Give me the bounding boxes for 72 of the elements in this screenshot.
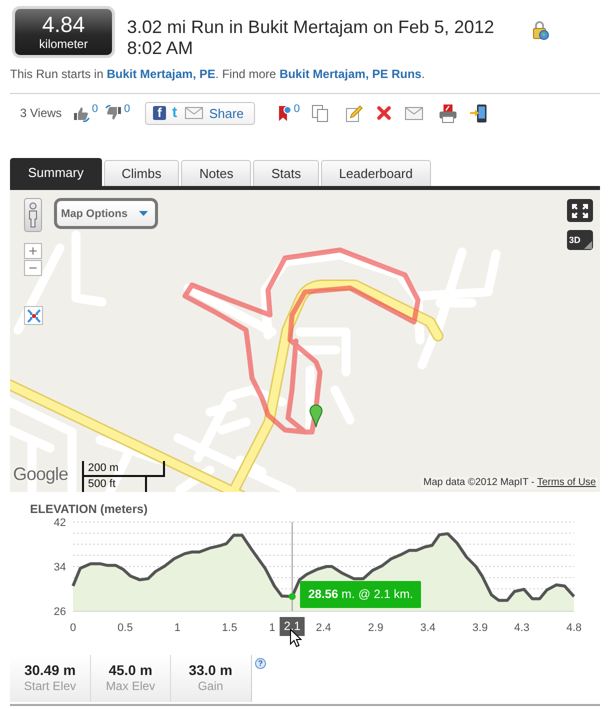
bookmark-count: 0	[294, 103, 300, 115]
share-logo: t	[171, 106, 178, 120]
chart-title: ELEVATION (meters)	[29, 502, 149, 516]
y-axis-label: 34	[54, 562, 66, 574]
delete-icon[interactable]	[376, 105, 392, 121]
x-axis-label: 0.5	[118, 622, 133, 634]
lock-globe-icon	[532, 20, 549, 40]
dislike-count: 0	[124, 103, 130, 115]
x-axis-label: 4.3	[514, 622, 530, 634]
scale-label: 500 ft	[82, 477, 147, 492]
share-logo: f	[153, 106, 166, 120]
scale-label: 200 m	[82, 461, 165, 477]
email-icon[interactable]	[404, 106, 423, 120]
tab[interactable]: Summary	[10, 158, 102, 186]
x-axis-label: 4.8	[566, 622, 582, 634]
stat-value: 45.0 m	[108, 662, 152, 679]
like-count: 0	[92, 103, 98, 115]
view-3d-button[interactable]: 3D	[567, 230, 593, 250]
corner-fold-icon	[584, 241, 592, 249]
stat-value: 30.49 m	[24, 662, 76, 679]
tab[interactable]: Climbs	[104, 160, 180, 186]
x-axis-label: 1	[269, 622, 276, 634]
distance-unit: kilometer	[39, 37, 88, 51]
x-axis-label: 0	[70, 622, 76, 634]
thumbs-up-icon[interactable]	[72, 104, 90, 122]
x-axis-label: 1.5	[222, 622, 238, 634]
tab[interactable]: Notes	[181, 160, 252, 186]
view-count: 3 Views	[20, 106, 62, 120]
x-axis-label: 3.9	[472, 622, 488, 634]
envelope-icon	[185, 107, 204, 119]
hover-tooltip: 28.56 m. @ 2.1 km.	[300, 580, 422, 608]
zoom-in-button[interactable]: +	[24, 243, 42, 259]
expand-arrows-icon	[572, 204, 588, 218]
tab[interactable]: Stats	[253, 160, 319, 186]
stat-label: Gain	[198, 679, 224, 694]
run-title: 3.02 mi Run in Bukit Mertajam on Feb 5, 2012 8:02 AM	[127, 17, 496, 59]
help-icon[interactable]: ?	[255, 658, 266, 669]
x-axis-label: 2.9	[368, 622, 384, 634]
x-axis-label: 2.4	[316, 622, 332, 634]
bookmark-icon[interactable]	[278, 104, 292, 122]
stat-value: 33.0 m	[188, 662, 232, 679]
copy-icon[interactable]	[312, 104, 328, 122]
pdf-print-icon[interactable]	[438, 104, 457, 122]
stat-label: Max Elev	[106, 679, 156, 694]
map-options-dropdown[interactable]: Map Options	[54, 198, 158, 229]
y-axis-label: 42	[54, 517, 66, 529]
tab[interactable]: Leaderboard	[320, 160, 431, 186]
phone-arrow-icon[interactable]	[470, 104, 487, 122]
map-logo: Google	[13, 464, 68, 484]
terms-link[interactable]: Terms of Use	[537, 477, 596, 488]
x-axis-label: 1	[174, 622, 180, 634]
person-icon	[28, 202, 38, 228]
pointer-cursor-icon	[290, 629, 302, 648]
map-attribution: Map data ©2012 MapIT - Terms of Use	[421, 477, 598, 489]
location-link[interactable]: Bukit Mertajam, PE Runs	[279, 67, 422, 81]
edit-icon[interactable]	[346, 104, 363, 122]
zoom-out-button[interactable]: −	[24, 260, 42, 276]
caret-icon	[139, 211, 148, 216]
recenter-button[interactable]	[24, 306, 43, 325]
distance-value: 4.84	[42, 13, 85, 37]
location-pin-icon	[310, 404, 322, 428]
location-link[interactable]: Bukit Mertajam, PE	[106, 67, 216, 81]
fullscreen-button[interactable]	[567, 199, 593, 222]
street-view-button[interactable]	[24, 198, 42, 232]
hover-dot-icon	[288, 593, 296, 600]
thumbs-down-icon[interactable]	[104, 104, 122, 122]
y-axis-label: 26	[54, 606, 66, 618]
share-button[interactable]: f t Share	[145, 102, 255, 124]
run-intro-text: This Run starts in Bukit Mertajam, PE. Find more Bukit Mertajam, PE Runs.	[10, 66, 426, 82]
arrows-inward-icon	[26, 308, 40, 322]
stat-label: Start Elev	[24, 679, 76, 694]
x-axis-label: 3.4	[420, 622, 436, 634]
